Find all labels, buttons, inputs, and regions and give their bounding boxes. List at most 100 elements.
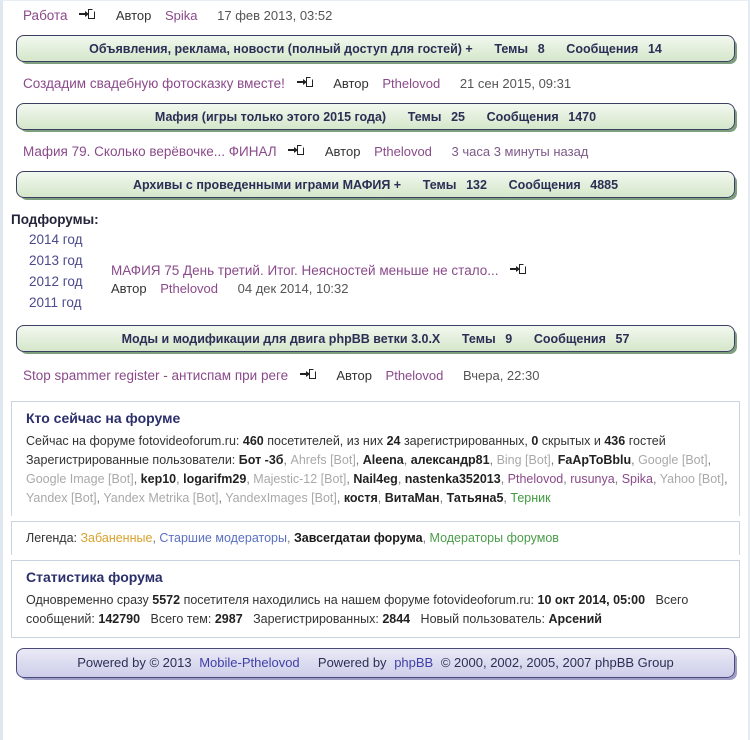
online-user-link[interactable]: Бот -3б: [239, 453, 284, 467]
topic-title-link[interactable]: МАФИЯ 75 День третий. Итог. Неясностей м…: [111, 263, 499, 278]
footer-brand-mobile-link[interactable]: Mobile-Pthelovod: [199, 655, 299, 670]
online-summary-mid: посетителей, из них: [267, 434, 384, 448]
forum-page: Работа Автор Spika 17 фев 2013, 03:52 Об…: [0, 0, 750, 740]
topic-date: 21 сен 2015, 09:31: [459, 76, 572, 91]
online-guests-count: 436: [604, 434, 626, 448]
topic-date: 04 дек 2014, 10:32: [237, 281, 349, 296]
online-user-link[interactable]: александр81: [411, 453, 490, 467]
forum-bar[interactable]: Архивы с проведенными играми МАФИЯ + Тем…: [16, 171, 735, 198]
online-user-link[interactable]: Aleena: [363, 453, 404, 467]
online-user-link[interactable]: ВитаМан: [385, 491, 440, 505]
online-user-link[interactable]: Pthelovod: [508, 472, 564, 486]
legend-item-regulars[interactable]: Завсегдатаи форума: [294, 531, 423, 545]
online-user-separator: ,: [724, 472, 728, 486]
online-user-link[interactable]: Majestic-12 [Bot]: [253, 472, 346, 486]
online-user-separator: ,: [500, 472, 505, 486]
online-user-separator: ,: [355, 453, 360, 467]
online-user-link[interactable]: Google Image [Bot]: [26, 472, 134, 486]
forum-name-link[interactable]: Объявления, реклама, новости (полный дос…: [89, 42, 473, 56]
forum-bar[interactable]: Объявления, реклама, новости (полный дос…: [16, 35, 735, 62]
goto-last-post-icon[interactable]: [79, 9, 96, 21]
forum-topics-label: Темы: [494, 42, 529, 56]
forum-statistics-body: Одновременно сразу 5572 посетителя наход…: [26, 591, 729, 629]
topic-date: Вчера, 22:30: [463, 368, 540, 383]
topic-author-label: Автор: [111, 281, 147, 296]
forum-topics-label: Темы: [407, 110, 442, 124]
online-user-separator: ,: [377, 491, 382, 505]
online-user-link[interactable]: Google [Bot]: [638, 453, 708, 467]
forum-posts-label: Сообщения: [508, 178, 581, 192]
online-user-link[interactable]: logarifm29: [183, 472, 246, 486]
total-topics-label: Всего тем:: [150, 612, 212, 626]
online-user-separator: ,: [397, 472, 402, 486]
online-user-separator: ,: [563, 472, 567, 486]
forum-bar-container: Архивы с проведенными играми МАФИЯ + Тем…: [3, 168, 748, 205]
online-user-separator: ,: [403, 453, 408, 467]
topic-author-link[interactable]: Pthelovod: [374, 144, 432, 159]
topic-title-link[interactable]: Работа: [23, 8, 68, 23]
goto-last-post-icon[interactable]: [296, 77, 313, 89]
online-user-link[interactable]: Татьяна5: [447, 491, 504, 505]
total-members-value: 2844: [382, 612, 411, 626]
online-user-link[interactable]: Bing [Bot]: [497, 453, 551, 467]
goto-last-post-icon[interactable]: [288, 145, 305, 157]
topic-author-link[interactable]: Pthelovod: [386, 368, 444, 383]
forum-topics-count: 25: [451, 110, 465, 124]
legend-item-banned[interactable]: Забаненные: [81, 531, 153, 545]
legend-panel: Легенда: Забаненные, Старшие модераторы,…: [11, 521, 740, 555]
forum-name-link[interactable]: Мафия (игры только этого 2015 года): [155, 110, 386, 124]
peak-date: 10 окт 2014, 05:00: [537, 593, 646, 607]
total-topics-value: 2987: [214, 612, 243, 626]
forum-topics-count: 9: [505, 332, 513, 346]
topic-title-link[interactable]: Stop spammer register - антиспам при рег…: [23, 368, 288, 383]
online-user-link[interactable]: Nail4eg: [353, 472, 397, 486]
online-user-link[interactable]: костя: [344, 491, 378, 505]
online-user-separator: ,: [96, 491, 101, 505]
footer-copyright: © 2000, 2002, 2005, 2007 phpBB Group: [440, 655, 674, 670]
online-user-link[interactable]: Yandex Metrika [Bot]: [103, 491, 218, 505]
footer-powered-by-1: Powered by © 2013: [77, 655, 192, 670]
online-user-link[interactable]: Yandex [Bot]: [26, 491, 97, 505]
subforum-link[interactable]: 2014 год: [11, 229, 748, 250]
legend-item-senior-moderators[interactable]: Старшие модераторы: [159, 531, 287, 545]
topic-row: Работа Автор Spika 17 фев 2013, 03:52: [3, 1, 748, 32]
footer-brand-phpbb-link[interactable]: phpBB: [394, 655, 433, 670]
online-user-link[interactable]: Spika: [622, 472, 653, 486]
legend-item-forum-moderators[interactable]: Модераторы форумов: [430, 531, 559, 545]
online-user-link[interactable]: nastenka352013: [405, 472, 501, 486]
forum-bar[interactable]: Моды и модификации для двига phpBB ветки…: [16, 325, 735, 352]
online-user-separator: ,: [346, 472, 350, 486]
topic-author-label: Автор: [333, 76, 369, 91]
forum-bar-container: Объявления, реклама, новости (полный дос…: [3, 32, 748, 69]
topic-author-link[interactable]: Pthelovod: [382, 76, 440, 91]
online-user-link[interactable]: YandexImages [Bot]: [225, 491, 337, 505]
newest-member-link[interactable]: Арсений: [548, 612, 602, 626]
online-user-link[interactable]: Ahrefs [Bot]: [290, 453, 355, 467]
total-posts-value: 142790: [98, 612, 141, 626]
goto-last-post-icon[interactable]: [299, 369, 316, 381]
topic-author-link[interactable]: Spika: [165, 8, 198, 23]
forum-topics-label: Темы: [422, 178, 457, 192]
online-user-link[interactable]: Yahoo [Bot]: [660, 472, 724, 486]
online-user-separator: ,: [283, 453, 287, 467]
total-members-label: Зарегистрированных:: [253, 612, 379, 626]
online-hidden-count: 0: [531, 434, 539, 448]
forum-name-link[interactable]: Архивы с проведенными играми МАФИЯ +: [133, 178, 401, 192]
forum-posts-count: 14: [647, 42, 662, 56]
forum-name-link[interactable]: Моды и модификации для двига phpBB ветки…: [122, 332, 441, 346]
online-user-separator: ,: [489, 453, 494, 467]
online-user-link[interactable]: FaApToBblu: [558, 453, 631, 467]
online-user-separator: ,: [439, 491, 444, 505]
forum-bar[interactable]: Мафия (игры только этого 2015 года) Темы…: [16, 103, 735, 130]
forum-posts-label: Сообщения: [533, 332, 606, 346]
online-user-link[interactable]: Терник: [510, 491, 550, 505]
online-user-link[interactable]: rusunya: [570, 472, 614, 486]
topic-author-label: Автор: [336, 368, 372, 383]
online-user-link[interactable]: kep10: [141, 472, 176, 486]
topic-title-link[interactable]: Мафия 79. Сколько верёвочке... ФИНАЛ: [23, 144, 277, 159]
topic-title-link[interactable]: Создадим свадебную фотосказку вместе!: [23, 76, 285, 91]
topic-author-link[interactable]: Pthelovod: [160, 281, 218, 296]
who-is-online-heading: Кто сейчас на форуме: [26, 410, 181, 426]
forum-bar-container: Мафия (игры только этого 2015 года) Темы…: [3, 100, 748, 137]
goto-last-post-icon[interactable]: [510, 264, 527, 276]
